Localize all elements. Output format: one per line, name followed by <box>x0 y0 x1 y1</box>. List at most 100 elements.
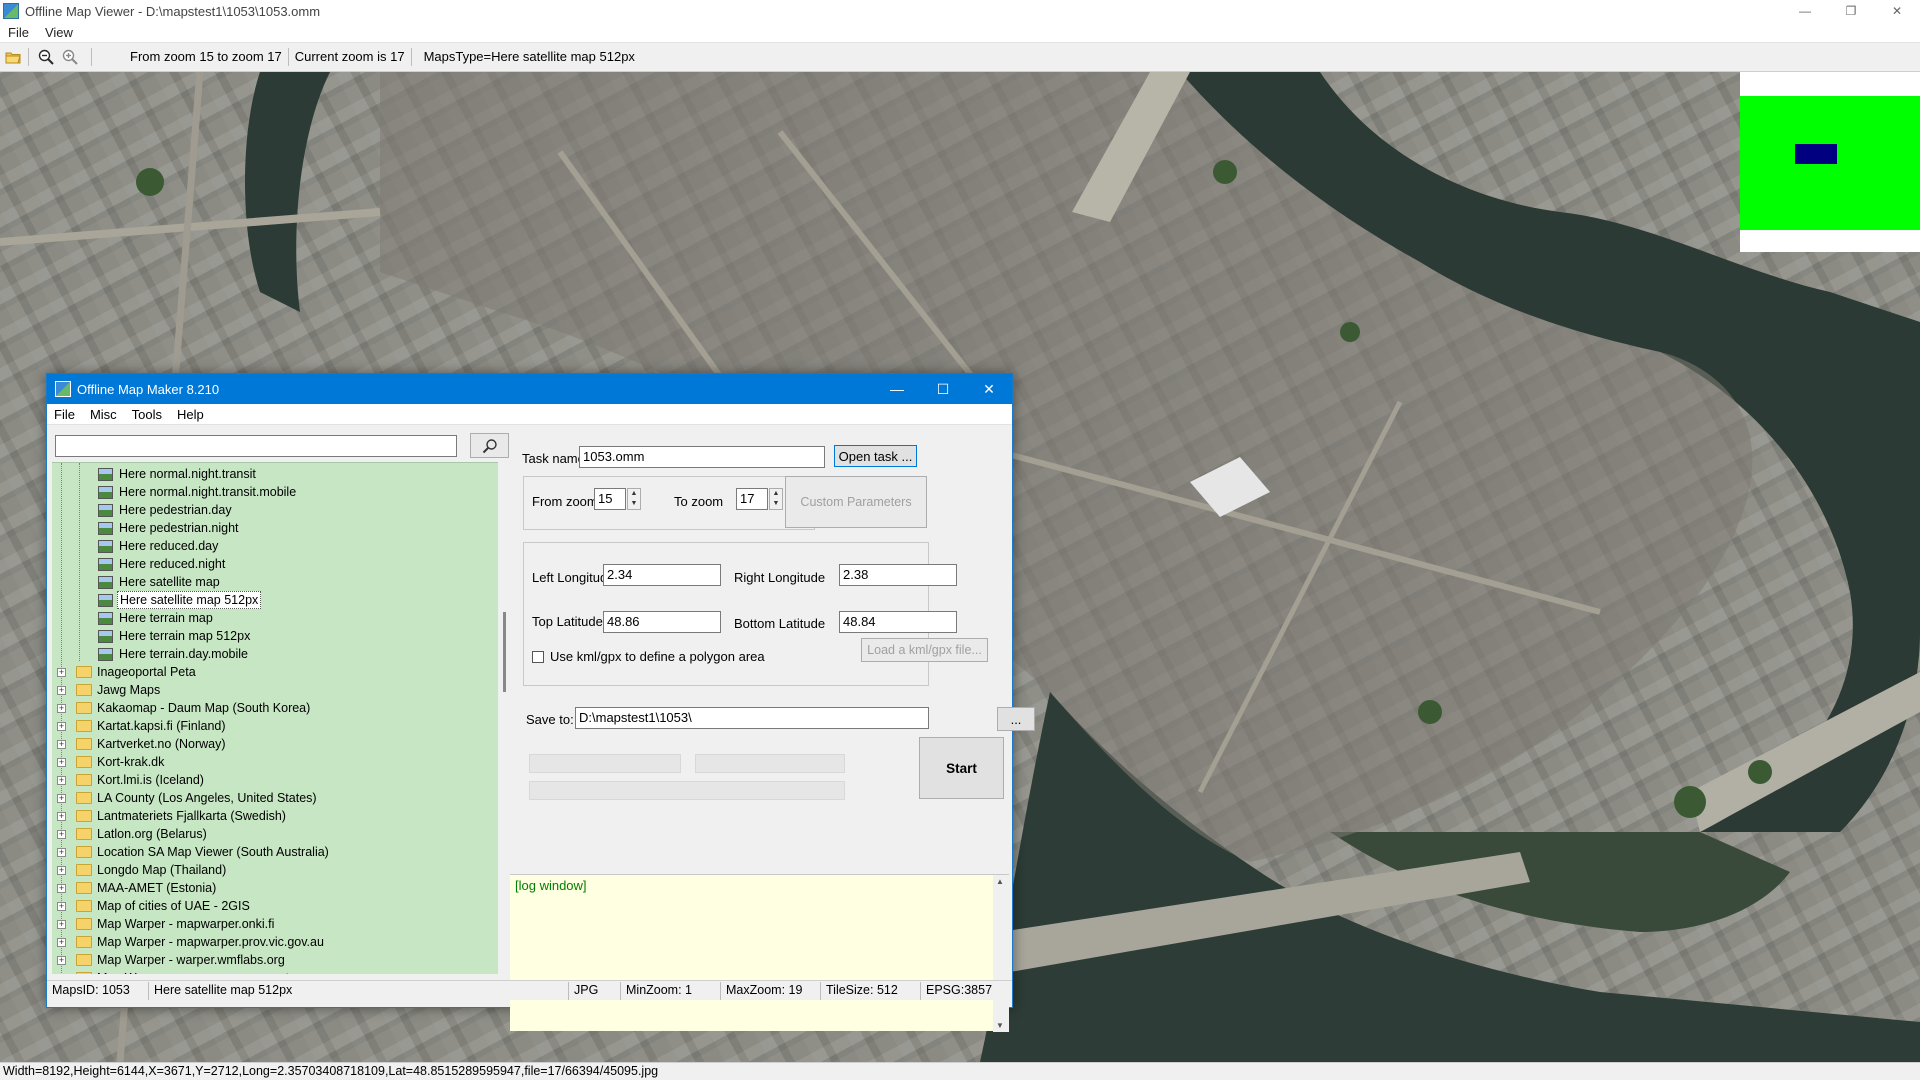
left-longitude-input[interactable]: 2.34 <box>603 564 721 586</box>
window-title: Offline Map Viewer - D:\mapstest1\1053\1… <box>25 3 321 19</box>
top-latitude-input[interactable]: 48.86 <box>603 611 721 633</box>
dialog-minimize-button[interactable]: — <box>874 374 920 404</box>
tree-folder-item[interactable]: + LA County (Los Angeles, United States) <box>52 789 319 807</box>
expand-icon[interactable]: + <box>57 686 66 695</box>
to-zoom-stepper[interactable]: ▲ ▼ <box>769 488 783 510</box>
tree-folder-item[interactable]: + Kort.lmi.is (Iceland) <box>52 771 206 789</box>
custom-parameters-button[interactable]: Custom Parameters <box>785 476 927 528</box>
expand-icon[interactable]: + <box>57 902 66 911</box>
tree-map-item[interactable]: Here pedestrian.day <box>52 501 234 519</box>
restore-button[interactable]: ❐ <box>1828 0 1874 22</box>
tree-folder-item[interactable]: + Kartat.kapsi.fi (Finland) <box>52 717 228 735</box>
map-layer-icon <box>98 540 113 553</box>
dialog-menu-help[interactable]: Help <box>170 407 212 422</box>
minimize-button[interactable]: — <box>1782 0 1828 22</box>
scroll-up-icon[interactable]: ▲ <box>996 877 1004 886</box>
tree-map-item[interactable]: Here terrain map <box>52 609 215 627</box>
tree-folder-item[interactable]: + Map Warper - warper.wmflabs.org <box>52 951 287 969</box>
tree-item-label: Map Warper - mapwarper.onki.fi <box>97 917 275 931</box>
load-kml-button[interactable]: Load a kml/gpx file... <box>861 638 988 662</box>
tree-item-label: Longdo Map (Thailand) <box>97 863 227 877</box>
dialog-menu-tools[interactable]: Tools <box>125 407 170 422</box>
tree-map-item[interactable]: Here normal.night.transit <box>52 465 258 483</box>
expand-icon[interactable]: + <box>57 776 66 785</box>
zoom-in-icon[interactable] <box>59 46 81 68</box>
tree-scrollbar[interactable] <box>501 462 509 974</box>
tree-folder-item[interactable]: + Map Warper - mapwarper.onki.fi <box>52 915 276 933</box>
dialog-menu-misc[interactable]: Misc <box>83 407 125 422</box>
expand-icon[interactable]: + <box>57 956 66 965</box>
tree-folder-item[interactable]: + Map Warper - mapwarper.prov.vic.gov.au <box>52 933 326 951</box>
map-source-tree[interactable]: Here normal.night.transit Here normal.nig… <box>52 462 498 974</box>
expand-icon[interactable]: + <box>57 938 66 947</box>
expand-icon[interactable]: + <box>57 920 66 929</box>
expand-icon[interactable]: + <box>57 740 66 749</box>
expand-icon[interactable]: + <box>57 704 66 713</box>
minimap-viewport-indicator[interactable] <box>1795 144 1837 164</box>
use-kml-checkbox[interactable] <box>532 651 544 663</box>
tree-map-item[interactable]: Here reduced.day <box>52 537 220 555</box>
tree-map-item[interactable]: Here pedestrian.night <box>52 519 241 537</box>
open-task-button[interactable]: Open task ... <box>834 445 917 467</box>
save-to-input[interactable]: D:\mapstest1\1053\ <box>575 707 929 729</box>
map-layer-icon <box>98 576 113 589</box>
overview-minimap[interactable] <box>1740 72 1920 252</box>
scroll-down-icon[interactable]: ▼ <box>996 1021 1004 1030</box>
menu-file[interactable]: File <box>0 25 37 40</box>
tree-map-item[interactable]: Here terrain map 512px <box>52 627 252 645</box>
tree-folder-item[interactable]: +Map Warper - www.mapwarper.net <box>52 969 291 974</box>
expand-icon[interactable]: + <box>57 848 66 857</box>
tree-folder-item[interactable]: + Location SA Map Viewer (South Australia… <box>52 843 331 861</box>
log-scrollbar[interactable]: ▲ ▼ <box>993 875 1009 1032</box>
dialog-titlebar[interactable]: Offline Map Maker 8.210 — ☐ ✕ <box>47 374 1012 404</box>
tree-folder-item[interactable]: + Lantmateriets Fjallkarta (Swedish) <box>52 807 288 825</box>
dialog-menu-file[interactable]: File <box>47 407 83 422</box>
task-name-input[interactable]: 1053.omm <box>579 446 825 468</box>
expand-icon[interactable]: + <box>57 794 66 803</box>
tree-map-item[interactable]: Here terrain.day.mobile <box>52 645 250 663</box>
open-folder-icon[interactable] <box>2 46 24 68</box>
folder-icon <box>76 936 92 948</box>
menu-view[interactable]: View <box>37 25 81 40</box>
bottom-latitude-input[interactable]: 48.84 <box>839 611 957 633</box>
tree-map-item[interactable]: Here satellite map 512px <box>52 591 262 609</box>
to-zoom-input[interactable]: 17 <box>736 488 768 510</box>
tree-folder-item[interactable]: + Latlon.org (Belarus) <box>52 825 209 843</box>
dialog-maximize-button[interactable]: ☐ <box>920 374 966 404</box>
tree-folder-item[interactable]: + Kort-krak.dk <box>52 753 166 771</box>
tree-map-item[interactable]: Here satellite map <box>52 573 222 591</box>
folder-icon <box>76 702 92 714</box>
tree-folder-item[interactable]: + Kartverket.no (Norway) <box>52 735 228 753</box>
start-button[interactable]: Start <box>919 737 1004 799</box>
expand-icon[interactable]: + <box>57 668 66 677</box>
tree-folder-item[interactable]: + Longdo Map (Thailand) <box>52 861 228 879</box>
close-button[interactable]: ✕ <box>1874 0 1920 22</box>
tree-map-item[interactable]: Here reduced.night <box>52 555 227 573</box>
from-zoom-input[interactable]: 15 <box>594 488 626 510</box>
tree-folder-item[interactable]: + Kakaomap - Daum Map (South Korea) <box>52 699 312 717</box>
zoom-out-icon[interactable] <box>35 46 57 68</box>
tree-folder-item[interactable]: + MAA-AMET (Estonia) <box>52 879 218 897</box>
folder-icon <box>76 900 92 912</box>
search-button[interactable] <box>470 433 509 458</box>
from-zoom-stepper[interactable]: ▲ ▼ <box>627 488 641 510</box>
tree-map-item[interactable]: Here normal.night.transit.mobile <box>52 483 298 501</box>
map-layer-icon <box>98 594 113 607</box>
expand-icon[interactable]: + <box>57 866 66 875</box>
tree-folder-item[interactable]: + Jawg Maps <box>52 681 162 699</box>
tree-folder-item[interactable]: + Map of cities of UAE - 2GIS <box>52 897 252 915</box>
map-search-input[interactable] <box>55 435 457 457</box>
dialog-window-controls: — ☐ ✕ <box>874 374 1012 404</box>
dialog-close-button[interactable]: ✕ <box>966 374 1012 404</box>
expand-icon[interactable]: + <box>57 758 66 767</box>
log-window[interactable]: [log window] ▲ ▼ <box>510 874 1009 1032</box>
tree-folder-item[interactable]: + Inageoportal Peta <box>52 663 198 681</box>
task-name-label: Task name <box>522 451 585 466</box>
expand-icon[interactable]: + <box>57 830 66 839</box>
right-longitude-input[interactable]: 2.38 <box>839 564 957 586</box>
expand-icon[interactable]: + <box>57 722 66 731</box>
expand-icon[interactable]: + <box>57 812 66 821</box>
browse-button[interactable]: ... <box>997 707 1035 731</box>
expand-icon[interactable]: + <box>57 884 66 893</box>
tree-scrollbar-thumb[interactable] <box>503 612 506 692</box>
